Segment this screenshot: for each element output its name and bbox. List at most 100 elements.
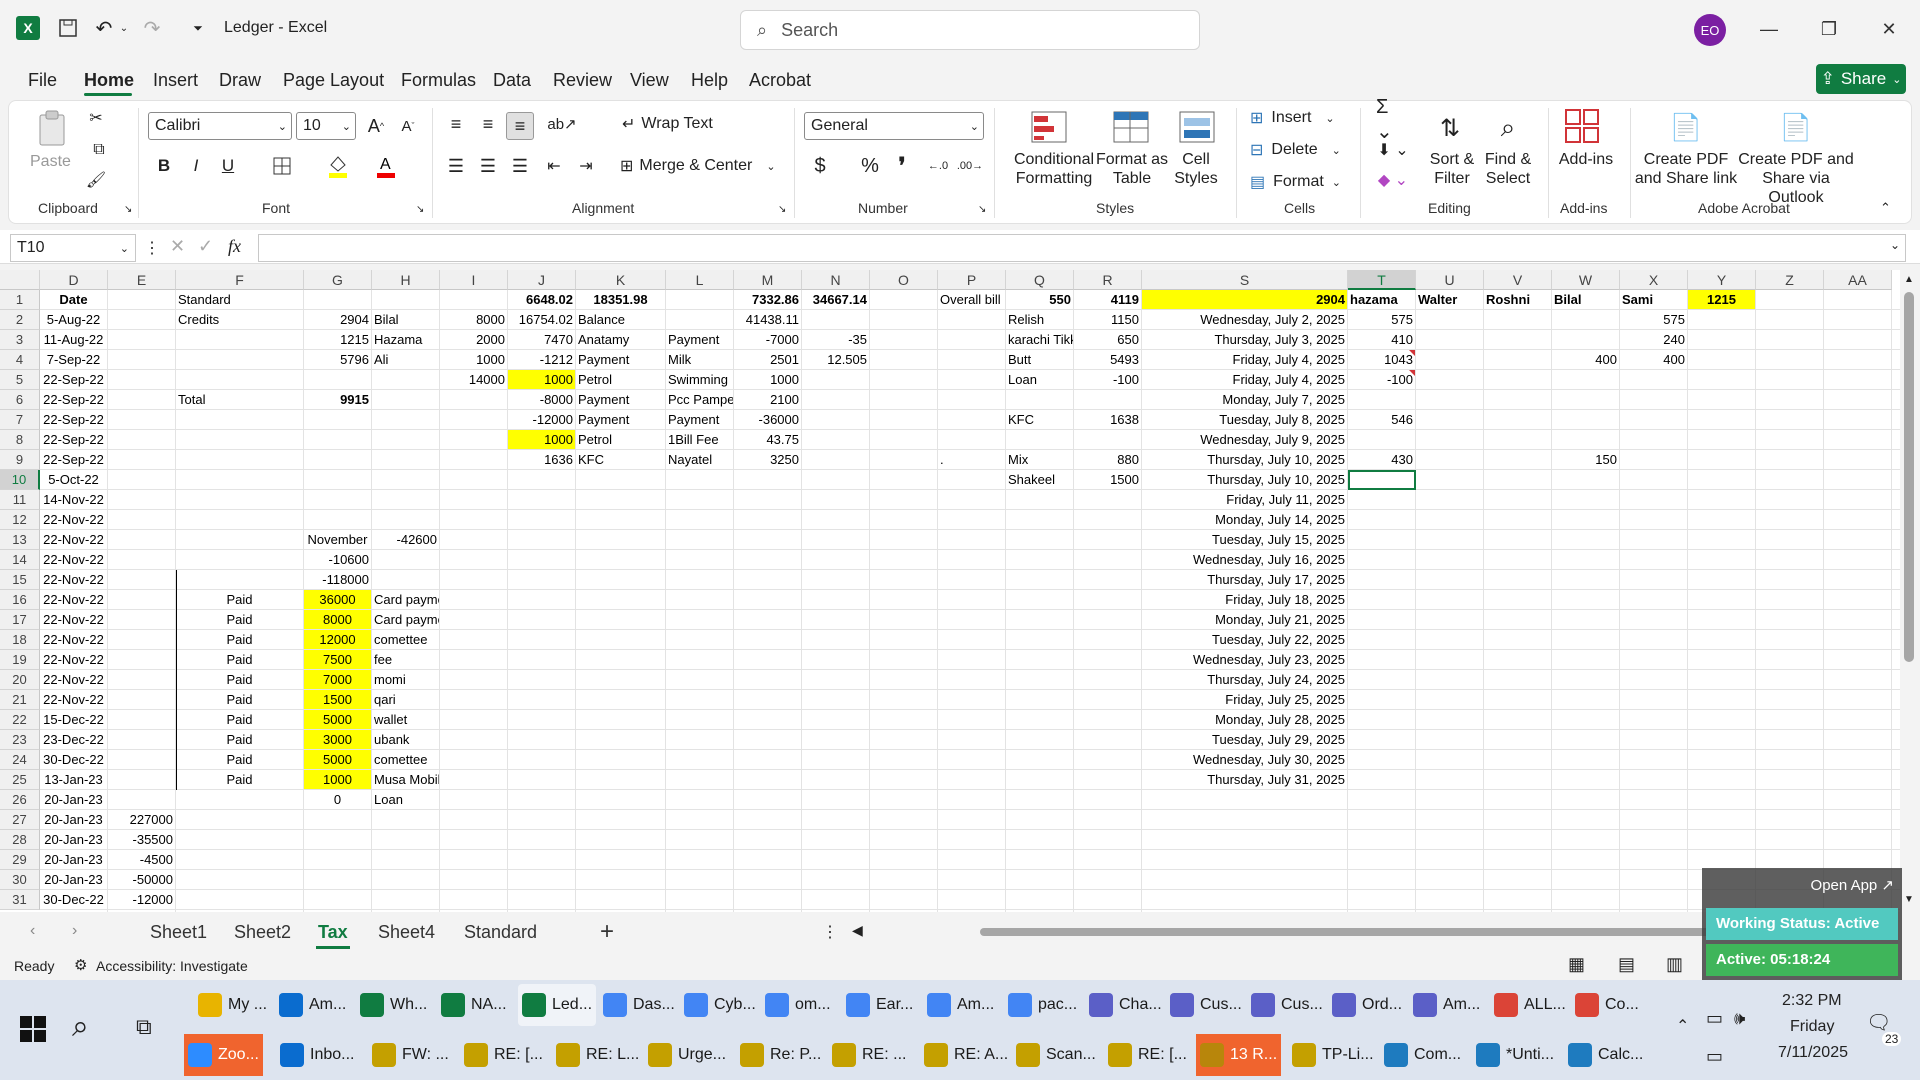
row-header[interactable]: 30 [0,870,40,890]
taskbar-app[interactable]: Zoo... [184,1034,263,1076]
tab-sheet1[interactable]: Sheet1 [150,922,207,943]
taskbar-app[interactable]: Cha... [1085,984,1166,1026]
row-header[interactable]: 4 [0,350,40,370]
cell-d2[interactable]: 5-Aug-22 [40,310,107,329]
cell-g19[interactable]: 7500 [304,650,371,669]
column-header[interactable]: D [40,270,108,290]
cell-n1[interactable]: 34667.14 [802,290,869,309]
cell-t2[interactable]: 575 [1348,310,1415,329]
cell-s5[interactable]: Friday, July 4, 2025 [1142,370,1347,389]
cell-h3[interactable]: Hazama [372,330,439,349]
taskbar-app[interactable]: *Unti... [1472,1034,1558,1076]
row-header[interactable]: 17 [0,610,40,630]
cell-g26[interactable]: 0 [304,790,371,809]
accessibility-status[interactable]: Accessibility: Investigate [96,958,248,974]
scroll-up-icon[interactable]: ▲ [1904,274,1914,285]
avatar[interactable]: EO [1694,14,1726,46]
open-app-button[interactable]: Open App ↗ [1811,876,1894,894]
cell-d11[interactable]: 14-Nov-22 [40,490,107,509]
align-right-icon[interactable]: ☰ [508,154,532,178]
cell-f18[interactable]: Paid [176,630,303,649]
cell-h4[interactable]: Ali [372,350,439,369]
cell-d21[interactable]: 22-Nov-22 [40,690,107,709]
cell-h17[interactable]: Card payment 2 [372,610,439,629]
cell-l6[interactable]: Pcc Pampers [666,390,733,409]
cell-x1[interactable]: Sami [1620,290,1687,309]
cell-d12[interactable]: 22-Nov-22 [40,510,107,529]
row-header[interactable]: 26 [0,790,40,810]
cell-g4[interactable]: 5796 [304,350,371,369]
row-header[interactable]: 12 [0,510,40,530]
cell-f22[interactable]: Paid [176,710,303,729]
cell-f21[interactable]: Paid [176,690,303,709]
cell-v1[interactable]: Roshni [1484,290,1551,309]
cell-d26[interactable]: 20-Jan-23 [40,790,107,809]
row-header[interactable]: 16 [0,590,40,610]
cell-d24[interactable]: 30-Dec-22 [40,750,107,769]
cell-d25[interactable]: 13-Jan-23 [40,770,107,789]
cell-g6[interactable]: 9915 [304,390,371,409]
row-header[interactable]: 9 [0,450,40,470]
cell-k9[interactable]: KFC [576,450,665,469]
cell-e30[interactable]: -50000 [108,870,175,889]
italic-icon[interactable]: I [184,154,208,178]
pdf-outlook-icon[interactable]: 📄 [1778,108,1814,146]
comment-indicator-icon[interactable] [1409,370,1415,376]
cell-x3[interactable]: 240 [1620,330,1687,349]
cell-s7[interactable]: Tuesday, July 8, 2025 [1142,410,1347,429]
cell-s19[interactable]: Wednesday, July 23, 2025 [1142,650,1347,669]
cell-i2[interactable]: 8000 [440,310,507,329]
column-header[interactable]: Q [1006,270,1074,290]
taskbar-app[interactable]: Scan... [1012,1034,1100,1076]
cell-r4[interactable]: 5493 [1074,350,1141,369]
cell-i3[interactable]: 2000 [440,330,507,349]
cell-d8[interactable]: 22-Sep-22 [40,430,107,449]
create-pdf-share-link-button[interactable]: Create PDF and Share link [1634,150,1738,188]
row-header[interactable]: 19 [0,650,40,670]
taskbar-app[interactable]: TP-Li... [1288,1034,1378,1076]
vertical-scrollbar[interactable]: ▲ ▼ [1900,270,1920,912]
cell-d7[interactable]: 22-Sep-22 [40,410,107,429]
show-hidden-icons-icon[interactable]: ⌃ [1676,1016,1689,1036]
taskbar-app[interactable]: pac... [1004,984,1081,1026]
cell-p9[interactable]: . [938,450,1005,469]
normal-view-icon[interactable]: ▦ [1568,954,1585,975]
cell-k1[interactable]: 18351.98 [576,290,665,309]
menu-draw[interactable]: Draw [219,70,261,91]
cell-g13[interactable]: November [304,530,371,549]
taskbar-app[interactable]: RE: [... [1104,1034,1191,1076]
cell-q10[interactable]: Shakeel [1006,470,1073,489]
cell-h24[interactable]: comettee [372,750,439,769]
bold-icon[interactable]: B [152,154,176,178]
cell-g3[interactable]: 1215 [304,330,371,349]
cell-j5[interactable]: 1000 [508,370,575,389]
minimize-icon[interactable]: — [1746,12,1792,46]
row-header[interactable]: 13 [0,530,40,550]
column-header[interactable]: M [734,270,802,290]
font-size-select[interactable]: 10 ⌄ [296,112,356,140]
cell-q2[interactable]: Relish [1006,310,1073,329]
cell-g2[interactable]: 2904 [304,310,371,329]
cell-j6[interactable]: -8000 [508,390,575,409]
cell-g16[interactable]: 36000 [304,590,371,609]
cell-d3[interactable]: 11-Aug-22 [40,330,107,349]
cell-s22[interactable]: Monday, July 28, 2025 [1142,710,1347,729]
comment-indicator-icon[interactable] [1409,350,1415,356]
column-header[interactable]: S [1142,270,1348,290]
cell-l9[interactable]: Nayatel [666,450,733,469]
menu-formulas[interactable]: Formulas [401,70,476,91]
cell-r2[interactable]: 1150 [1074,310,1141,329]
cell-m3[interactable]: -7000 [734,330,801,349]
cell-h13[interactable]: -42600 [372,530,439,549]
find-select-button[interactable]: Find & Select [1478,150,1538,188]
cell-t1[interactable]: hazama [1348,290,1415,309]
taskbar-app[interactable]: RE: ... [828,1034,910,1076]
cell-f19[interactable]: Paid [176,650,303,669]
sort-filter-icon[interactable]: ⇅ [1430,108,1470,148]
cell-h25[interactable]: Musa Mobile [372,770,439,789]
pdf-share-link-icon[interactable]: 📄 [1668,108,1704,146]
increase-font-icon[interactable]: A ^ [364,114,388,138]
row-header[interactable]: 24 [0,750,40,770]
taskbar-app[interactable]: Com... [1380,1034,1465,1076]
cell-d4[interactable]: 7-Sep-22 [40,350,107,369]
